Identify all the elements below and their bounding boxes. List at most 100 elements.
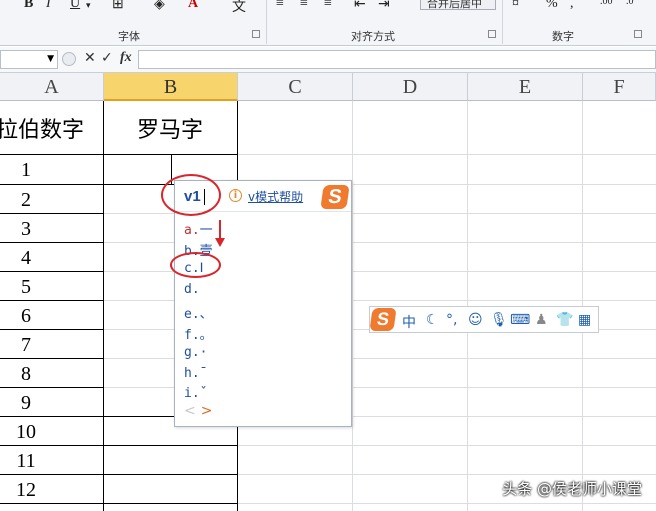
candidate-pager: < > [184, 403, 212, 419]
alignment-dialog-launcher-icon[interactable] [488, 30, 496, 38]
cell-a5[interactable]: 5 [0, 276, 52, 299]
column-header-d[interactable]: D [353, 73, 468, 101]
candidate-key: a. [184, 223, 200, 238]
emoji-icon[interactable]: ☺ [468, 312, 483, 328]
sogou-logo-icon[interactable]: S [369, 308, 397, 331]
cell-a7[interactable]: 7 [0, 334, 52, 357]
candidate-item[interactable]: a.一 [184, 219, 213, 238]
table-border [0, 474, 238, 475]
moon-icon[interactable]: ☾ [426, 312, 439, 328]
font-group-label: 字体 [118, 30, 140, 43]
table-border [0, 213, 104, 214]
user-icon[interactable]: ♟ [535, 312, 548, 328]
candidate-text: ¯ [199, 366, 208, 381]
prev-page-button[interactable]: < [184, 403, 196, 419]
divider [502, 0, 503, 44]
enter-button[interactable]: ✓ [101, 50, 113, 66]
currency-icon[interactable]: ¤ [512, 0, 519, 12]
cell-a2[interactable]: 2 [0, 189, 52, 212]
table-border [103, 101, 104, 511]
underline-dropdown-icon[interactable]: ▾ [86, 0, 91, 16]
cancel-button[interactable]: ✕ [84, 50, 96, 66]
table-border [0, 271, 104, 272]
next-page-button[interactable]: > [201, 403, 213, 419]
formula-bar-handle[interactable] [62, 52, 76, 66]
number-group-label: 数字 [552, 30, 574, 43]
table-border [0, 154, 238, 155]
skin-icon[interactable]: 👕 [556, 312, 573, 328]
candidate-key: e. [184, 307, 200, 322]
percent-button[interactable]: % [546, 0, 558, 12]
cell-a6[interactable]: 6 [0, 305, 52, 328]
column-header-b[interactable]: B [104, 73, 238, 101]
column-header-a[interactable]: A [0, 73, 104, 101]
phonetic-icon[interactable]: 文 [232, 0, 246, 15]
cell-a12[interactable]: 12 [0, 479, 52, 502]
candidate-item[interactable]: g.· [184, 345, 207, 360]
ribbon: B I U ▾ ⊞ ◈ A 文 ≡ ≡ ≡ ⇤ ⇥ 合并后居中 ¤ % , .0… [0, 0, 656, 46]
table-border [0, 445, 238, 446]
cell-a9[interactable]: 9 [0, 392, 52, 415]
candidate-text: 、 [199, 307, 213, 322]
cell-a3[interactable]: 3 [0, 218, 52, 241]
info-icon: i [229, 189, 242, 202]
header-cell-roman[interactable]: 罗马字 [137, 112, 203, 144]
cell-a4[interactable]: 4 [0, 247, 52, 270]
formula-input[interactable] [138, 50, 656, 69]
candidate-text: ˇ [199, 386, 208, 401]
italic-button[interactable]: I [46, 0, 51, 12]
table-border [0, 387, 104, 388]
arrow-icon [219, 220, 221, 240]
name-box[interactable]: ▼ [0, 50, 58, 69]
increase-indent-icon[interactable]: ⇥ [378, 0, 390, 12]
table-border [0, 358, 104, 359]
highlight-circle [161, 174, 221, 216]
chinese-mode-button[interactable]: 中 [402, 312, 416, 332]
border-icon[interactable]: ⊞ [112, 0, 124, 12]
column-header-c[interactable]: C [238, 73, 353, 101]
merge-center-button[interactable]: 合并后居中 [420, 0, 496, 10]
arrow-head-icon [215, 238, 225, 247]
v-mode-help-link[interactable]: v模式帮助 [248, 188, 303, 205]
highlight-circle [170, 252, 221, 278]
cell-a10[interactable]: 10 [0, 421, 52, 444]
cell-a11[interactable]: 11 [0, 450, 52, 473]
insert-function-button[interactable]: fx [120, 50, 132, 66]
increase-decimal-icon[interactable]: .00 [600, 0, 613, 12]
bold-button[interactable]: B [24, 0, 33, 12]
align-center-icon[interactable]: ≡ [300, 0, 308, 12]
table-border [0, 329, 104, 330]
sogou-logo-icon: S [320, 185, 350, 209]
cell-a8[interactable]: 8 [0, 363, 52, 386]
keyboard-icon[interactable]: ⌨ [510, 312, 530, 328]
underline-button[interactable]: U [70, 0, 80, 12]
table-border [0, 242, 104, 243]
candidate-text: · [199, 345, 208, 360]
decrease-indent-icon[interactable]: ⇤ [354, 0, 366, 12]
fill-color-icon[interactable]: ◈ [154, 0, 165, 12]
header-cell-arabic[interactable]: 拉伯数字 [0, 112, 84, 144]
candidate-item[interactable]: f.。 [184, 324, 213, 343]
grid-icon[interactable]: ▦ [578, 312, 591, 328]
decrease-decimal-icon[interactable]: .0 [626, 0, 634, 12]
ime-candidate-window: v1 i v模式帮助 S a.一 b.壹 c.Ⅰ d. e.、 f.。 g.· … [174, 180, 352, 427]
chevron-down-icon[interactable]: ▼ [47, 54, 54, 64]
mic-icon[interactable]: 🎙 [490, 312, 508, 328]
punctuation-icon[interactable]: °, [446, 312, 457, 328]
number-dialog-launcher-icon[interactable] [634, 30, 642, 38]
candidate-item[interactable]: h.¯ [184, 366, 207, 381]
align-right-icon[interactable]: ≡ [324, 0, 332, 12]
candidate-item[interactable]: i.ˇ [184, 386, 207, 401]
comma-button[interactable]: , [570, 0, 574, 12]
candidate-key: i. [184, 386, 200, 401]
font-dialog-launcher-icon[interactable] [252, 30, 260, 38]
font-color-icon[interactable]: A [188, 0, 198, 12]
candidate-key: g. [184, 345, 200, 360]
candidate-item[interactable]: d. [184, 282, 200, 297]
column-header-e[interactable]: E [468, 73, 583, 101]
candidate-item[interactable]: e.、 [184, 303, 213, 322]
align-left-icon[interactable]: ≡ [276, 0, 284, 12]
cell-a1[interactable]: 1 [0, 159, 52, 182]
candidate-text: 一 [199, 223, 213, 238]
column-header-f[interactable]: F [583, 73, 656, 101]
